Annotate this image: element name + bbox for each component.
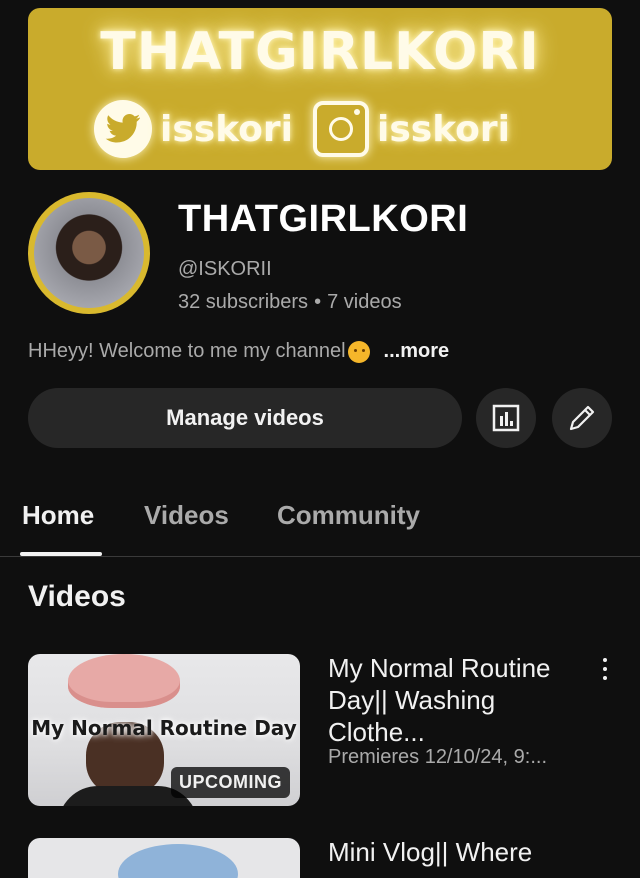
active-tab-indicator (20, 552, 102, 556)
description-text: HHeyy! Welcome to me my channel (28, 340, 346, 362)
stats-separator: • (314, 291, 322, 313)
video-thumbnail[interactable] (28, 838, 300, 878)
banner-title: THATGIRLKORI (100, 22, 540, 82)
more-link[interactable]: ...more (384, 340, 450, 363)
thumbnail-caption: My Normal Routine Day (31, 716, 297, 740)
videos-section-title: Videos (28, 580, 126, 613)
video-count: 7 videos (327, 291, 402, 313)
video-meta: Premieres 12/10/24, 9:... (328, 746, 548, 768)
instagram-icon (313, 101, 369, 157)
channel-tabs: Home Videos Community (0, 490, 640, 557)
analytics-icon (492, 404, 520, 432)
tab-community[interactable]: Community (277, 500, 420, 531)
tab-home[interactable]: Home (22, 500, 94, 531)
video-thumbnail[interactable]: My Normal Routine Day UPCOMING (28, 654, 300, 806)
banner-social: isskori isskori (94, 100, 510, 158)
face-with-hand-over-mouth-emoji-icon (347, 340, 370, 363)
video-title[interactable]: Mini Vlog|| Where (328, 836, 532, 868)
subscriber-count: 32 subscribers (178, 291, 309, 313)
upcoming-badge: UPCOMING (171, 767, 290, 798)
more-options-icon[interactable] (596, 656, 614, 682)
channel-name: THATGIRLKORI (178, 198, 469, 240)
manage-videos-button[interactable]: Manage videos (28, 388, 462, 448)
channel-handle: @ISKORII (178, 258, 272, 280)
avatar-photo (34, 198, 144, 308)
channel-avatar[interactable] (28, 192, 150, 314)
channel-stats: 32 subscribers • 7 videos (178, 291, 402, 314)
twitter-icon (94, 100, 152, 158)
banner-twitter-handle: isskori (160, 108, 293, 150)
tab-videos[interactable]: Videos (144, 500, 229, 531)
analytics-button[interactable] (476, 388, 536, 448)
channel-description[interactable]: HHeyy! Welcome to me my channel ...more (28, 340, 449, 363)
banner-instagram-handle: isskori (377, 108, 510, 150)
edit-channel-button[interactable] (552, 388, 612, 448)
pencil-icon (569, 405, 595, 431)
video-title[interactable]: My Normal Routine Day|| Washing Clothe..… (328, 652, 590, 748)
channel-banner: THATGIRLKORI isskori isskori (28, 8, 612, 170)
